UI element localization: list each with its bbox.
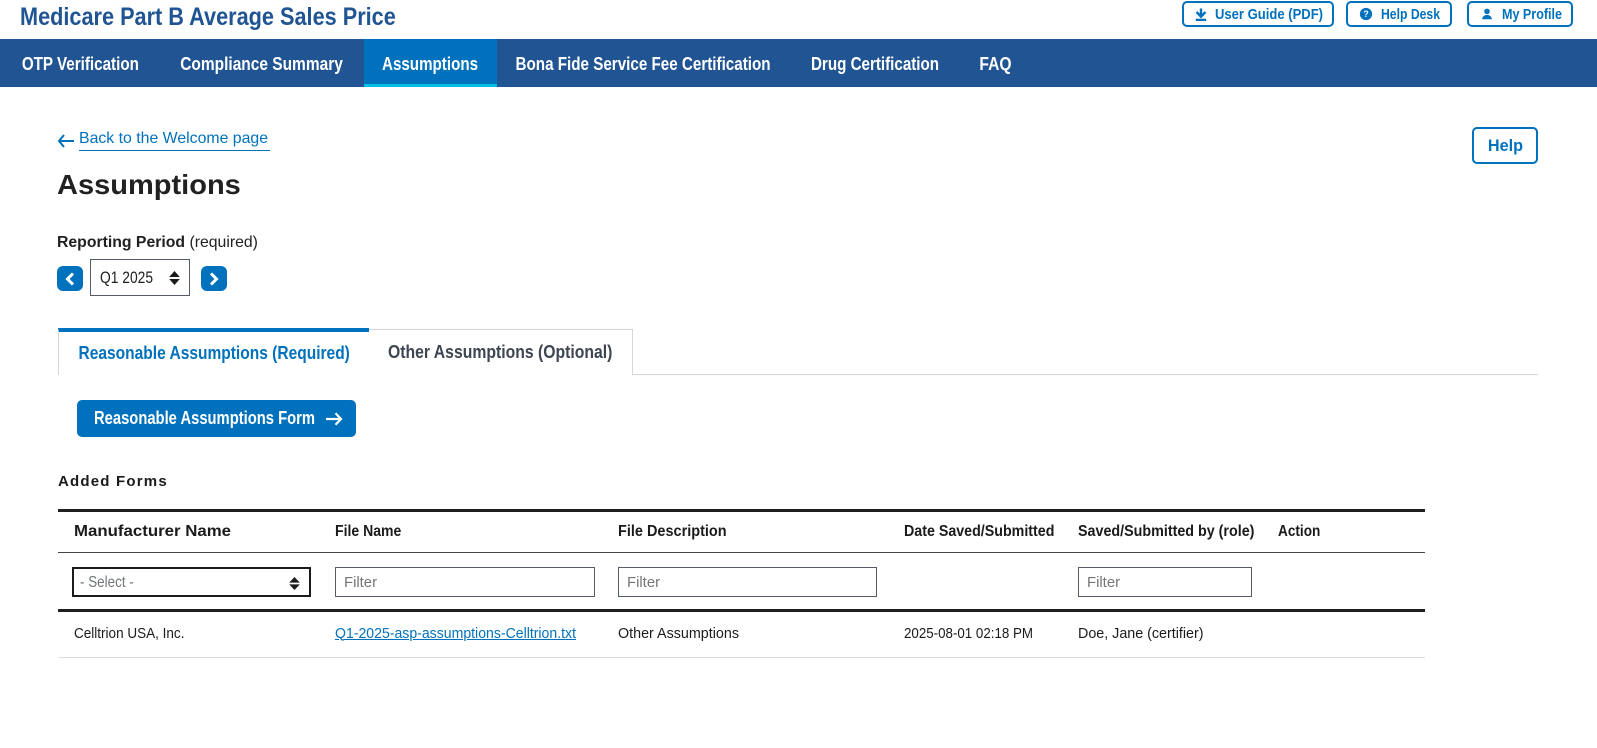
svg-text:?: ?	[1363, 9, 1368, 19]
